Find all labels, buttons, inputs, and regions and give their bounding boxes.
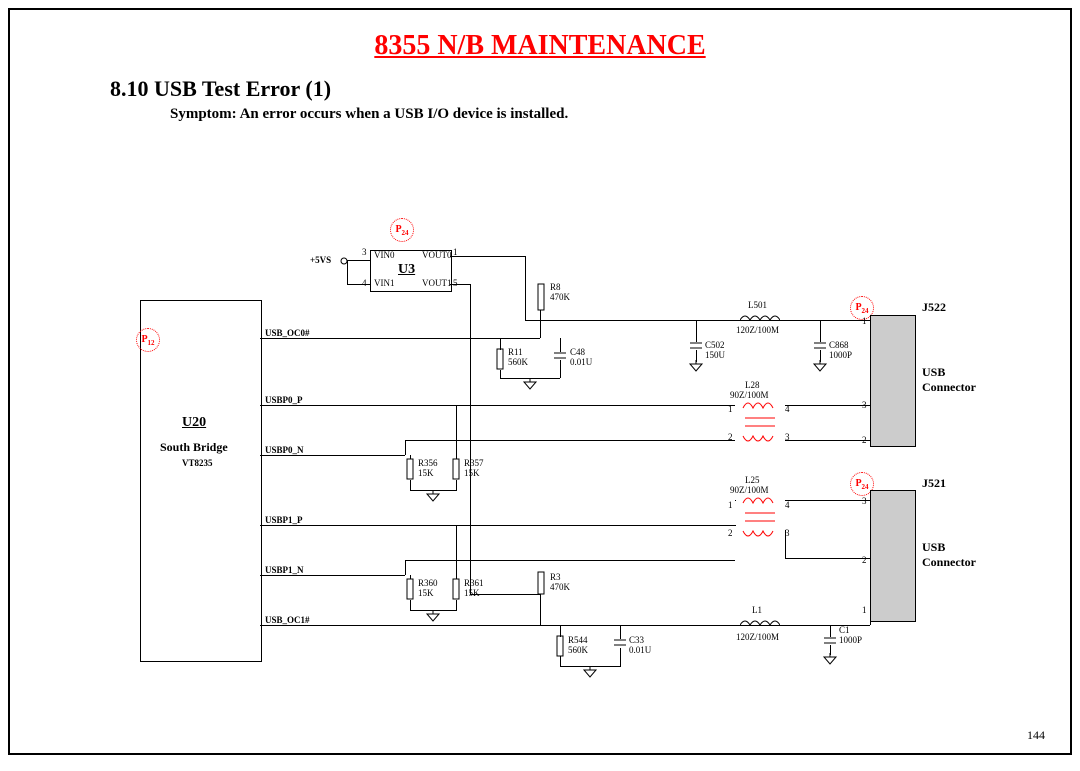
l25-ref: L25 [745,475,760,485]
r356-ref: R356 [418,458,438,468]
r544-val: 560K [568,645,588,655]
u3-ref: U3 [398,262,415,278]
j522-ref: J522 [922,300,946,315]
r3-ref: R3 [550,572,561,582]
ground-icon-6 [822,653,838,665]
inductor-l1-icon [740,617,780,633]
r360-ref: R360 [418,578,438,588]
south-bridge-name: South Bridge [160,440,228,455]
ground-icon-7 [582,666,598,678]
j521-pin2: 2 [862,555,867,565]
l28-pin1: 1 [728,404,733,414]
c33-val: 0.01U [629,645,651,655]
l1-val: 120Z/100M [736,632,779,642]
ground-icon-2 [688,360,704,372]
l25-val: 90Z/100M [730,485,769,495]
resistor-r11-icon [494,348,506,370]
c502-val: 150U [705,350,725,360]
resistor-r3-icon [535,570,547,596]
j521-pin1: 1 [862,605,867,615]
sig-usb-oc1: USB_OC1# [265,615,310,625]
u3-supply: +5VS [310,255,331,265]
resistor-r544-icon [554,635,566,657]
page-number: 144 [1027,728,1045,743]
j522-conn-label: Connector [922,380,976,395]
l28-val: 90Z/100M [730,390,769,400]
c502-ref: C502 [705,340,725,350]
resistor-r8-icon [535,282,547,312]
r11-val: 560K [508,357,528,367]
ground-icon-5 [425,610,441,622]
r357-ref: R357 [464,458,484,468]
r11-ref: R11 [508,347,523,357]
choke-l25-icon [735,495,785,539]
resistor-r357-icon [450,458,462,480]
l25-pin4: 4 [785,500,790,510]
l28-ref: L28 [745,380,760,390]
choke-l28-icon [735,400,785,444]
j521-usb-label: USB [922,540,945,555]
j522-connector [870,315,916,447]
section-heading: 8.10 USB Test Error (1) [110,76,1070,102]
l1-ref: L1 [752,605,762,615]
c33-ref: C33 [629,635,644,645]
u3-pin-vin1: VIN1 [374,278,395,288]
j521-conn-label: Connector [922,555,976,570]
j522-usb-label: USB [922,365,945,380]
south-bridge-block [140,300,262,662]
sig-usbp1-n: USBP1_N [265,565,304,575]
r8-val: 470K [550,292,570,302]
resistor-r360-icon [404,578,416,600]
u3-pin-vin0: VIN0 [374,250,395,260]
ground-icon-3 [812,360,828,372]
l25-pin1: 1 [728,500,733,510]
r361-val: 15K [464,588,480,598]
symptom-text: Symptom: An error occurs when a USB I/O … [170,106,1070,123]
ground-icon [522,378,538,390]
c48-ref: C48 [570,347,585,357]
j521-connector [870,490,916,622]
r360-val: 15K [418,588,434,598]
r356-val: 15K [418,468,434,478]
r357-val: 15K [464,468,480,478]
sig-usb-oc0: USB_OC0# [265,328,310,338]
u3-pin3-num: 3 [362,247,367,257]
l501-ref: L501 [748,300,767,310]
r8-ref: R8 [550,282,561,292]
c868-val: 1000P [829,350,852,360]
r544-ref: R544 [568,635,588,645]
ground-icon-4 [425,490,441,502]
sig-usbp0-p: USBP0_P [265,395,303,405]
j521-ref: J521 [922,476,946,491]
l25-pin2: 2 [728,528,733,538]
c868-ref: C868 [829,340,849,350]
j521-pin3: 3 [862,496,867,506]
south-bridge-part: VT8235 [182,458,213,468]
l28-pin2: 2 [728,432,733,442]
u3-pin4-num: 4 [362,278,367,288]
u3-pin-vout1: VOUT1 [422,278,452,288]
c1-val: 1000P [839,635,862,645]
sig-usbp0-n: USBP0_N [265,445,304,455]
doc-title: 8355 N/B MAINTENANCE [10,30,1070,62]
r361-ref: R361 [464,578,484,588]
south-bridge-ref: U20 [182,415,206,431]
c1-ref: C1 [839,625,850,635]
p12-ref: P12 [136,328,160,352]
p24-ref-u3: P24 [390,218,414,242]
sig-usbp1-p: USBP1_P [265,515,303,525]
l501-val: 120Z/100M [736,325,779,335]
j522-pin1: 1 [862,316,867,326]
resistor-r361-icon [450,578,462,600]
u3-pin-vout0: VOUT0 [422,250,452,260]
u3-pin5-num: 5 [453,278,458,288]
resistor-r356-icon [404,458,416,480]
r3-val: 470K [550,582,570,592]
schematic-diagram: U20 South Bridge VT8235 P12 USB_OC0# USB… [140,200,970,700]
c48-val: 0.01U [570,357,592,367]
